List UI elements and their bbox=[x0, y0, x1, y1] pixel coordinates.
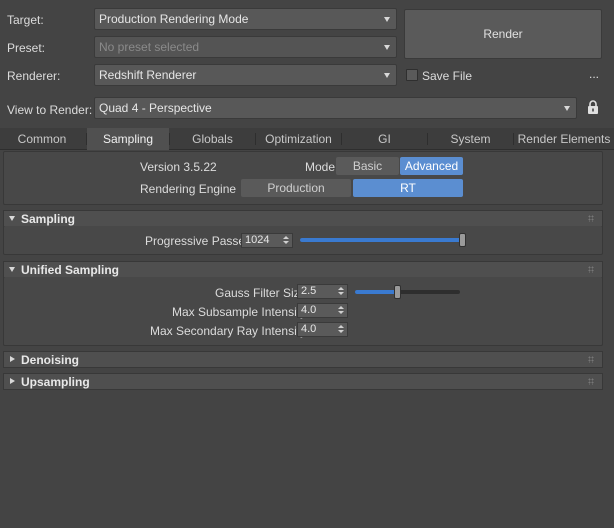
sampling-rollout-body: Progressive Passes 1024 bbox=[3, 226, 603, 255]
collapse-triangle-icon bbox=[9, 216, 15, 221]
chevron-down-icon bbox=[384, 73, 390, 78]
max-secondary-ray-intensity-label: Max Secondary Ray Intensity bbox=[150, 324, 307, 338]
drag-grip-icon[interactable] bbox=[588, 378, 594, 385]
tab-system[interactable]: System bbox=[428, 128, 513, 150]
drag-grip-icon[interactable] bbox=[588, 215, 594, 222]
renderer-value: Redshift Renderer bbox=[99, 68, 197, 82]
expand-triangle-icon bbox=[10, 378, 15, 384]
expand-triangle-icon bbox=[10, 356, 15, 362]
denoising-rollout-title: Denoising bbox=[21, 353, 80, 367]
spinner-arrows-icon[interactable] bbox=[338, 324, 344, 335]
unified-sampling-rollout-body: Gauss Filter Size 2.5 Max Subsample Inte… bbox=[3, 277, 603, 346]
chevron-down-icon bbox=[564, 106, 570, 111]
target-value: Production Rendering Mode bbox=[99, 12, 249, 26]
target-label: Target: bbox=[7, 13, 44, 27]
preset-value: No preset selected bbox=[99, 40, 200, 54]
gauss-filter-size-slider-handle[interactable] bbox=[394, 285, 401, 299]
spinner-arrows-icon[interactable] bbox=[338, 286, 344, 297]
view-to-render-dropdown[interactable]: Quad 4 - Perspective bbox=[94, 97, 577, 119]
version-text: Version 3.5.22 bbox=[140, 160, 217, 174]
gauss-filter-size-value: 2.5 bbox=[301, 285, 317, 297]
tab-optimization[interactable]: Optimization bbox=[256, 128, 341, 150]
slider-fill bbox=[355, 290, 397, 294]
engine-production-button[interactable]: Production bbox=[241, 179, 351, 197]
save-file-label: Save File bbox=[422, 69, 473, 83]
render-button[interactable]: Render bbox=[404, 9, 602, 59]
lock-icon[interactable] bbox=[587, 100, 599, 115]
save-file-checkbox[interactable] bbox=[406, 69, 418, 81]
unified-sampling-rollout-title: Unified Sampling bbox=[21, 263, 120, 277]
progressive-passes-value: 1024 bbox=[245, 234, 270, 246]
drag-grip-icon[interactable] bbox=[588, 266, 594, 273]
renderer-label: Renderer: bbox=[7, 69, 61, 83]
max-secondary-ray-intensity-spinner[interactable]: 4.0 bbox=[297, 322, 348, 337]
view-to-render-value: Quad 4 - Perspective bbox=[99, 101, 212, 115]
mode-advanced-button[interactable]: Advanced bbox=[400, 157, 463, 175]
tab-gi[interactable]: GI bbox=[342, 128, 427, 150]
progressive-passes-label: Progressive Passes bbox=[145, 234, 252, 248]
mode-label: Mode bbox=[305, 160, 336, 174]
collapse-triangle-icon bbox=[9, 267, 15, 272]
tab-render-elements[interactable]: Render Elements bbox=[514, 128, 614, 150]
spinner-arrows-icon[interactable] bbox=[338, 305, 344, 316]
progressive-passes-slider[interactable] bbox=[300, 238, 463, 242]
denoising-rollout-header[interactable]: Denoising bbox=[3, 351, 603, 368]
upsampling-rollout-header[interactable]: Upsampling bbox=[3, 373, 603, 390]
rendering-engine-label: Rendering Engine bbox=[140, 182, 237, 196]
max-subsample-intensity-value: 4.0 bbox=[301, 304, 317, 316]
unified-sampling-rollout-header[interactable]: Unified Sampling bbox=[3, 261, 603, 278]
tab-bar: Common Sampling Globals Optimization GI … bbox=[0, 128, 614, 150]
chevron-down-icon bbox=[384, 45, 390, 50]
preset-label: Preset: bbox=[7, 41, 46, 55]
max-subsample-intensity-spinner[interactable]: 4.0 bbox=[297, 303, 348, 318]
max-secondary-ray-intensity-value: 4.0 bbox=[301, 323, 317, 335]
slider-fill bbox=[300, 238, 463, 242]
gauss-filter-size-slider[interactable] bbox=[355, 290, 460, 294]
sampling-rollout-header[interactable]: Sampling bbox=[3, 210, 603, 227]
max-subsample-intensity-label: Max Subsample Intensity bbox=[172, 305, 307, 319]
view-to-render-label: View to Render: bbox=[7, 103, 93, 117]
gauss-filter-size-label: Gauss Filter Size bbox=[215, 286, 307, 300]
target-dropdown[interactable]: Production Rendering Mode bbox=[94, 8, 397, 30]
gauss-filter-size-spinner[interactable]: 2.5 bbox=[297, 284, 348, 299]
tab-globals[interactable]: Globals bbox=[170, 128, 255, 150]
more-options-button[interactable]: ... bbox=[589, 67, 599, 81]
chevron-down-icon bbox=[384, 17, 390, 22]
progressive-passes-slider-handle[interactable] bbox=[459, 233, 466, 247]
tab-common[interactable]: Common bbox=[0, 128, 84, 150]
engine-rt-button[interactable]: RT bbox=[353, 179, 463, 197]
tab-sampling[interactable]: Sampling bbox=[87, 128, 169, 150]
renderer-dropdown[interactable]: Redshift Renderer bbox=[94, 64, 397, 86]
drag-grip-icon[interactable] bbox=[588, 356, 594, 363]
sampling-rollout-title: Sampling bbox=[21, 212, 76, 226]
upsampling-rollout-title: Upsampling bbox=[21, 375, 90, 389]
preset-dropdown[interactable]: No preset selected bbox=[94, 36, 397, 58]
progressive-passes-spinner[interactable]: 1024 bbox=[241, 233, 293, 248]
version-panel: Version 3.5.22 Mode Basic Advanced Rende… bbox=[3, 151, 603, 205]
mode-basic-button[interactable]: Basic bbox=[336, 157, 399, 175]
spinner-arrows-icon[interactable] bbox=[283, 235, 289, 246]
